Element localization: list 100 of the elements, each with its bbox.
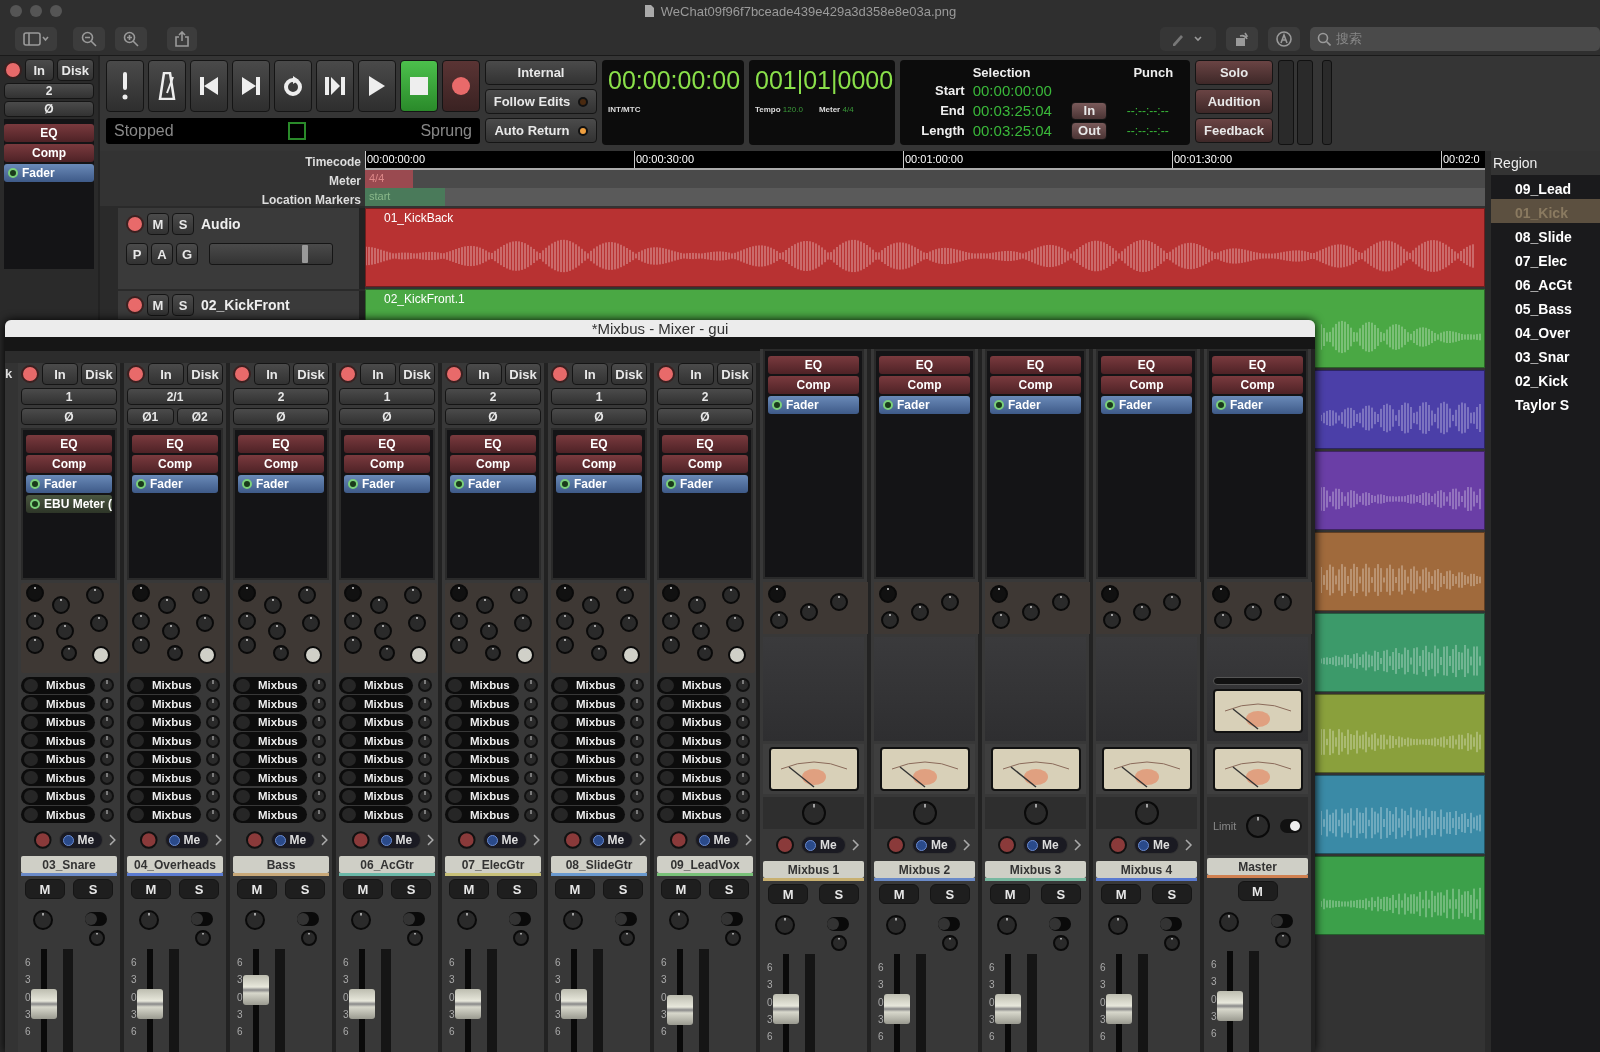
plugin-slot[interactable]: EQ (344, 435, 430, 453)
fader-handle[interactable] (136, 989, 163, 1019)
send-knob-icon[interactable] (99, 677, 115, 694)
send-toggle[interactable]: Mixbus (339, 676, 413, 694)
send-toggle[interactable]: Mixbus (657, 695, 731, 713)
plugin-slot[interactable]: Fader (990, 396, 1081, 414)
pan-knob-icon[interactable] (457, 830, 477, 850)
fader-handle[interactable] (994, 994, 1021, 1024)
send-knob-icon[interactable] (99, 751, 115, 768)
strip-name[interactable]: 03_Snare (21, 856, 117, 873)
record-enable-button[interactable] (339, 365, 357, 383)
send-toggle[interactable]: Mixbus (339, 806, 413, 824)
send-toggle[interactable]: Mixbus (445, 695, 519, 713)
send-knob-icon[interactable] (311, 751, 327, 768)
m-button[interactable]: M (879, 884, 920, 904)
monitor-button[interactable]: Me (482, 831, 528, 849)
send-knob-icon[interactable] (523, 677, 539, 694)
send-knob-icon[interactable] (99, 714, 115, 731)
send-knob-icon[interactable] (735, 732, 751, 749)
monitor-button[interactable]: Disk (505, 363, 541, 385)
send-toggle[interactable]: Mixbus (339, 732, 413, 750)
send-knob-icon[interactable] (629, 751, 645, 768)
region-list-item[interactable]: 08_Slide (1491, 223, 1600, 247)
send-knob-icon[interactable] (311, 769, 327, 786)
strip-name[interactable]: 07_ElecGtr (445, 856, 541, 873)
plugin-slot[interactable]: EQ (238, 435, 324, 453)
plugin-slot[interactable]: EQ (132, 435, 218, 453)
monitor-button[interactable]: Me (694, 831, 740, 849)
send-knob-icon[interactable] (417, 695, 433, 712)
send-toggle[interactable]: Mixbus (551, 732, 625, 750)
plugin-slot[interactable]: Comp (990, 376, 1081, 394)
send-knob-icon[interactable] (417, 769, 433, 786)
region-list-item[interactable]: 03_Snar (1491, 343, 1600, 367)
plugin-slot[interactable]: Fader (768, 396, 859, 414)
send-toggle[interactable]: Mixbus (445, 713, 519, 731)
fader-handle[interactable] (772, 994, 799, 1024)
send-knob-icon[interactable] (629, 788, 645, 805)
region-list-item[interactable]: 02_Kick (1491, 367, 1600, 391)
transport-button[interactable] (316, 60, 354, 112)
region-list-item[interactable]: 07_Elec (1491, 247, 1600, 271)
send-toggle[interactable]: Mixbus (339, 713, 413, 731)
fader-handle[interactable] (560, 989, 587, 1019)
strip-name[interactable]: 06_AcGtr (339, 856, 435, 873)
pan-knob-icon[interactable] (563, 830, 583, 850)
monitor-button[interactable]: Me (58, 831, 104, 849)
transport-button[interactable] (190, 60, 228, 112)
send-knob-icon[interactable] (311, 677, 327, 694)
send-knob-icon[interactable] (205, 732, 221, 749)
track-button[interactable]: A (151, 243, 173, 265)
send-toggle[interactable]: Mixbus (127, 769, 201, 787)
send-knob-icon[interactable] (311, 695, 327, 712)
strip-name[interactable]: Mixbus 4 (1096, 861, 1197, 878)
sync-source-button[interactable]: Internal (485, 60, 597, 85)
monitor-button[interactable]: Feedback (1195, 118, 1273, 143)
send-toggle[interactable]: Mixbus (21, 806, 95, 824)
send-knob-icon[interactable] (735, 769, 751, 786)
monitor-button[interactable]: Disk (81, 363, 117, 385)
send-knob-icon[interactable] (523, 751, 539, 768)
monitor-button[interactable]: Me (1023, 836, 1068, 854)
fader-handle[interactable] (1216, 991, 1243, 1021)
transport-button[interactable] (400, 60, 438, 112)
send-toggle[interactable]: Mixbus (445, 732, 519, 750)
input-button[interactable]: 2 (445, 388, 541, 405)
transport-button[interactable] (274, 60, 312, 112)
send-knob-icon[interactable] (417, 806, 433, 823)
send-knob-icon[interactable] (417, 677, 433, 694)
strip-name[interactable]: Mixbus 2 (874, 861, 975, 878)
input-button[interactable]: 2/1 (127, 388, 223, 405)
plugin-slot[interactable]: Fader (662, 475, 748, 493)
phase-invert-button[interactable]: Ø (21, 408, 117, 425)
monitor-button[interactable]: Me (801, 836, 846, 854)
toggle-switch[interactable] (1280, 819, 1302, 833)
plugin-slot[interactable]: Fader (556, 475, 642, 493)
plugin-slot[interactable]: EQ (26, 435, 112, 453)
send-toggle[interactable]: Mixbus (551, 713, 625, 731)
send-knob-icon[interactable] (735, 695, 751, 712)
track-button[interactable]: S (172, 294, 194, 316)
send-toggle[interactable]: Mixbus (551, 787, 625, 805)
transport-button[interactable] (148, 60, 186, 112)
send-toggle[interactable]: Mixbus (551, 676, 625, 694)
punch-button[interactable]: Out (1071, 121, 1108, 140)
input-button[interactable]: 2 (233, 388, 329, 405)
plugin-slot[interactable]: EQ (990, 356, 1081, 374)
monitor-button[interactable]: Disk (717, 363, 753, 385)
send-knob-icon[interactable] (99, 695, 115, 712)
plugin-slot[interactable]: EQ (879, 356, 970, 374)
plugin-slot[interactable]: EQ (450, 435, 536, 453)
region-list-item[interactable]: 04_Over (1491, 319, 1600, 343)
plugin-slot[interactable]: Comp (1101, 376, 1192, 394)
region-list-item[interactable]: 06_AcGt (1491, 271, 1600, 295)
annotate-button[interactable] (1268, 26, 1300, 51)
s-button[interactable]: S (497, 879, 537, 899)
send-toggle[interactable]: Mixbus (21, 713, 95, 731)
phase-invert-button[interactable]: Ø1 (127, 408, 174, 425)
input-button[interactable]: 1 (21, 388, 117, 405)
pan-knob-icon[interactable] (886, 835, 906, 855)
pan-knob-icon[interactable] (139, 830, 159, 850)
m-button[interactable]: M (131, 879, 171, 899)
phase-invert-button[interactable]: Ø (657, 408, 753, 425)
plugin-slot[interactable]: Fader (4, 164, 94, 182)
